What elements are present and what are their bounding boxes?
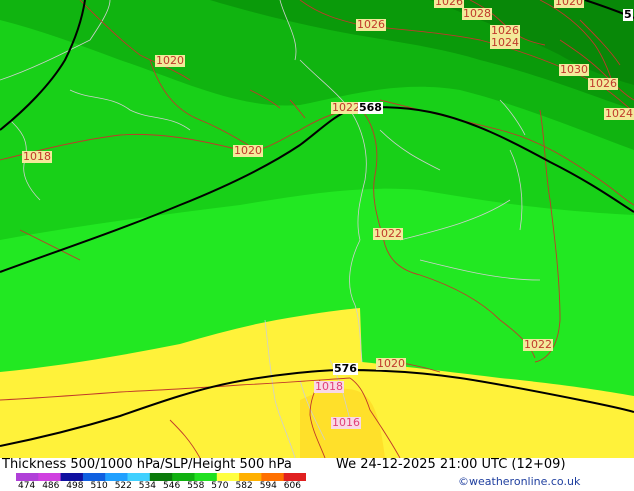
legend-swatch: [16, 473, 39, 481]
isobar-label: 1024: [490, 36, 520, 49]
isobar-label: 1024: [604, 107, 634, 120]
isobar-label: 1026: [588, 77, 618, 90]
isobar-label: 1022: [331, 101, 361, 114]
isobar-label-low: 1016: [331, 416, 361, 429]
isobar-label: 1022: [373, 227, 403, 240]
height-label-edge: 5: [623, 8, 633, 21]
map-title: Thickness 500/1000 hPa/SLP/Height 500 hP…: [2, 457, 292, 472]
legend-swatch: [194, 473, 218, 481]
legend-swatch: [38, 473, 62, 481]
color-legend-bar: [16, 473, 306, 481]
isobar-label-low: 1018: [314, 380, 344, 393]
legend-swatch: [172, 473, 195, 481]
legend-swatch: [60, 473, 84, 481]
isobar-label: 1026: [434, 0, 464, 8]
forecast-datetime: We 24-12-2025 21:00 UTC (12+09): [336, 457, 566, 472]
legend-swatch: [149, 473, 173, 481]
isobar-label: 1020: [233, 144, 263, 157]
isobar-label: 1030: [559, 63, 589, 76]
legend-swatch: [216, 473, 240, 481]
isobar-label: 1020: [155, 54, 185, 67]
weather-map: 1026 1028 1020 1026 1026 1024 1030 1026 …: [0, 0, 634, 458]
legend-swatch: [239, 473, 262, 481]
isobar-label: 1020: [554, 0, 584, 8]
copyright-link[interactable]: ©weatheronline.co.uk: [458, 475, 580, 488]
isobar-label: 1020: [376, 357, 406, 370]
isobar-label: 1028: [462, 7, 492, 20]
legend-swatch: [82, 473, 106, 481]
isobar-label: 1022: [523, 338, 553, 351]
isobar-label: 1018: [22, 150, 52, 163]
legend-swatch: [105, 473, 128, 481]
legend-swatch: [127, 473, 151, 481]
legend-swatch: [261, 473, 285, 481]
height-label: 568: [358, 101, 383, 114]
height-label: 576: [333, 362, 358, 375]
isobar-label: 1026: [356, 18, 386, 31]
legend-swatch: [283, 473, 306, 481]
